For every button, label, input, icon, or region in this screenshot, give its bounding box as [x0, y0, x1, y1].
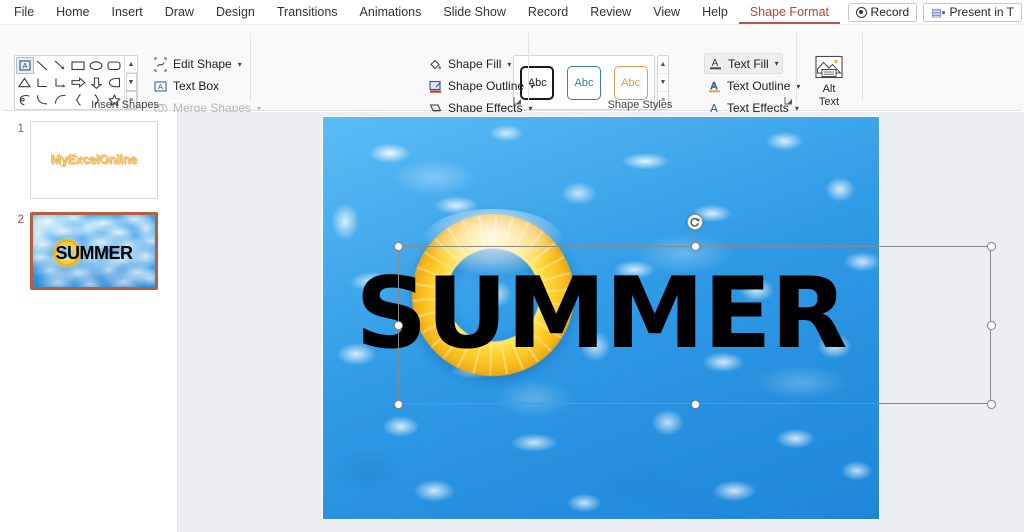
tab-draw[interactable]: Draw [154, 0, 205, 24]
thumbnail-number-1: 1 [17, 123, 24, 135]
oval-shape-icon[interactable] [87, 57, 105, 74]
tab-insert[interactable]: Insert [101, 0, 154, 24]
shape-fill-label: Shape Fill [448, 57, 502, 71]
resize-handle-bottom-right[interactable] [987, 400, 996, 409]
tab-file[interactable]: File [0, 0, 45, 24]
rotation-handle-icon[interactable] [686, 214, 703, 230]
edit-shape-label: Edit Shape [173, 57, 232, 71]
line-arrow-shape-icon[interactable] [52, 57, 70, 74]
rounded-rectangle-shape-icon[interactable] [105, 57, 123, 74]
chevron-down-icon: ▾ [507, 59, 512, 69]
rectangle-shape-icon[interactable] [70, 57, 88, 74]
chevron-down-icon: ▾ [774, 59, 779, 68]
text-fill-icon: A [708, 56, 723, 71]
ribbon: A ▲ ▼ ≡ Edit Shape ▾ A Text Box Merge Sh… [0, 24, 1024, 115]
tab-shape-format[interactable]: Shape Format [738, 0, 841, 24]
alt-text-picture-icon [814, 55, 844, 82]
resize-handle-middle-right[interactable] [987, 321, 996, 330]
text-box-button[interactable]: A Text Box [150, 76, 222, 96]
alt-text-label-line2: Text [818, 96, 840, 108]
thumbnail-preview-1[interactable]: MyExcelOnline [30, 121, 158, 199]
resize-handle-top-right[interactable] [987, 242, 996, 251]
wordart-styles-dialog-launcher[interactable] [784, 96, 793, 107]
ribbon-group-wordart-styles: A A A ▲ ▼ ≡ A Text Fill ▾ A Text Out [529, 25, 800, 115]
ribbon-group-arrange: Bring Forward ▾ Send Backward ▾ Selectio… [863, 25, 1024, 112]
resize-handle-middle-left[interactable] [394, 321, 403, 330]
shape-gallery-scroll-up-icon[interactable]: ▲ [125, 56, 137, 73]
ribbon-tab-bar: File Home Insert Draw Design Transitions… [0, 0, 1024, 24]
ribbon-group-shape-styles: Abc Abc Abc ▲ ▼ ≡ Shape Fill ▾ Shape Out… [251, 25, 672, 115]
elbow-arrow-connector-shape-icon[interactable] [52, 74, 70, 91]
tab-design[interactable]: Design [205, 0, 266, 24]
thumbnail-number-2: 2 [17, 214, 24, 226]
resize-handle-top-center[interactable] [691, 242, 700, 251]
text-outline-label: Text Outline [727, 79, 791, 93]
alt-text-label-line1: Alt [822, 83, 836, 95]
tab-transitions[interactable]: Transitions [266, 0, 349, 24]
thumbnail-item-2[interactable]: 2 SUMMER [6, 212, 158, 290]
record-button-label: Record [870, 5, 910, 19]
slide-thumbnail-pane[interactable]: 1 MyExcelOnline 2 SUMMER [0, 112, 177, 532]
selection-frame[interactable] [394, 214, 996, 409]
present-in-teams-label: Present in T [949, 5, 1014, 19]
flowchart-delay-shape-icon[interactable] [105, 74, 123, 91]
resize-handle-bottom-center[interactable] [691, 400, 700, 409]
shape-outline-label: Shape Outline [448, 79, 525, 93]
tab-view[interactable]: View [642, 0, 691, 24]
edit-shape-button[interactable]: Edit Shape ▾ [150, 54, 245, 74]
present-in-teams-button[interactable]: ▤▪ Present in T [923, 2, 1022, 22]
resize-handle-top-left[interactable] [394, 242, 403, 251]
tab-slide-show[interactable]: Slide Show [432, 0, 517, 24]
tab-help[interactable]: Help [691, 0, 739, 24]
triangle-shape-icon[interactable] [16, 74, 34, 91]
resize-handle-bottom-left[interactable] [394, 400, 403, 409]
thumbnail-preview-2[interactable]: SUMMER [30, 212, 158, 290]
shape-gallery-scroll-down-icon[interactable]: ▼ [125, 73, 137, 91]
shape-outline-icon [428, 79, 443, 94]
group-label-insert-shapes: Insert Shapes [91, 99, 159, 111]
tab-bar-right-actions: Record ▤▪ Present in T [847, 0, 1024, 24]
text-fill-label: Text Fill [728, 56, 769, 71]
thumbnail-2-wordart-text: SUMMER [55, 243, 134, 263]
text-box-label: Text Box [173, 79, 220, 93]
text-outline-icon: A [707, 79, 722, 94]
text-outline-button[interactable]: A Text Outline ▾ [704, 76, 803, 96]
chevron-down-icon: ▾ [237, 59, 242, 69]
powerpoint-window: File Home Insert Draw Design Transitions… [0, 0, 1024, 532]
tab-review[interactable]: Review [579, 0, 642, 24]
slide-editing-area[interactable]: SUMMER [178, 112, 1024, 532]
teams-icon: ▤▪ [931, 6, 946, 19]
record-circle-icon [855, 6, 867, 18]
shape-fill-icon [428, 57, 443, 72]
down-arrow-shape-icon[interactable] [87, 74, 105, 91]
shape-outline-button[interactable]: Shape Outline ▾ [425, 76, 537, 96]
record-button[interactable]: Record [847, 2, 918, 22]
tab-home[interactable]: Home [45, 0, 100, 24]
tab-record[interactable]: Record [517, 0, 579, 24]
ribbon-group-insert-shapes: A ▲ ▼ ≡ Edit Shape ▾ A Text Box Merge Sh… [0, 25, 261, 115]
edit-shape-icon [153, 56, 168, 72]
text-box-shape-icon[interactable]: A [16, 57, 34, 74]
text-box-icon: A [153, 79, 168, 94]
ribbon-group-accessibility: Alt Text Accessibility [797, 25, 861, 112]
tab-animations[interactable]: Animations [349, 0, 433, 24]
text-fill-button[interactable]: A Text Fill ▾ [704, 53, 783, 74]
alt-text-button[interactable]: Alt Text [806, 53, 852, 108]
right-arrow-shape-icon[interactable] [70, 74, 88, 91]
elbow-connector-shape-icon[interactable] [34, 74, 52, 91]
shape-fill-button[interactable]: Shape Fill ▾ [425, 54, 514, 74]
line-shape-icon[interactable] [34, 57, 52, 74]
svg-text:A: A [158, 82, 163, 91]
thumbnail-1-wordart-text: MyExcelOnline [50, 153, 138, 167]
svg-text:A: A [23, 63, 28, 70]
thumbnail-item-1[interactable]: 1 MyExcelOnline [6, 121, 158, 199]
